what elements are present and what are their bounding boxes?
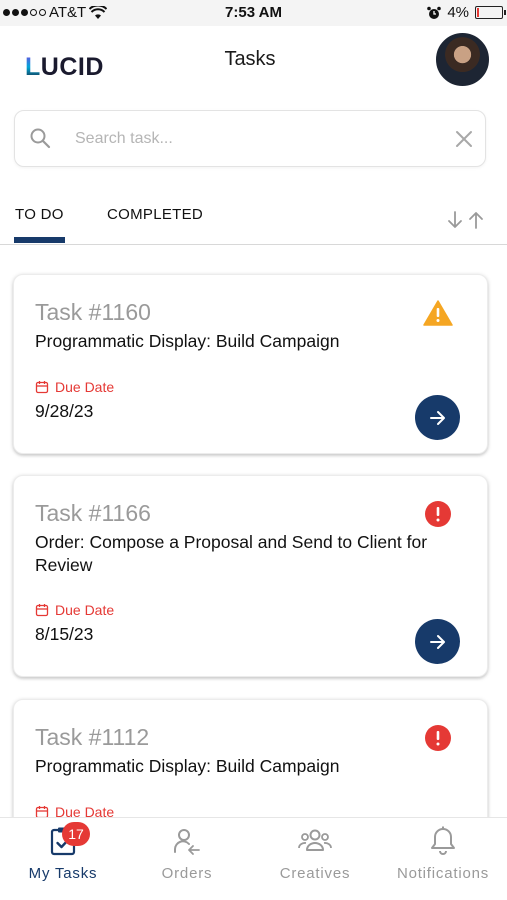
avatar[interactable]: [436, 33, 489, 86]
task-number: Task #1112: [35, 724, 150, 750]
nav-my-tasks[interactable]: 17 My Tasks: [0, 818, 126, 900]
calendar-icon: [35, 381, 49, 394]
open-task-button[interactable]: [415, 395, 460, 440]
status-bar: AT&T 7:53 AM 4%: [0, 0, 507, 26]
battery-percent: 4%: [447, 4, 469, 21]
task-number: Task #1166: [35, 500, 151, 526]
group-icon: [298, 829, 332, 851]
active-tab-indicator: [14, 237, 65, 243]
app-header: LUCID Tasks: [0, 26, 507, 100]
nav-label: Orders: [161, 865, 213, 882]
task-number: Task #1160: [35, 299, 151, 325]
nav-label: Creatives: [279, 865, 351, 882]
bottom-nav: 17 My Tasks Orders Creatives Notificatio…: [0, 817, 507, 900]
task-count-badge: 17: [62, 822, 90, 846]
task-card[interactable]: Task #1160 Programmatic Display: Build C…: [13, 274, 488, 454]
nav-notifications[interactable]: Notifications: [380, 818, 506, 900]
due-date-label: Due Date: [35, 602, 114, 618]
tab-completed[interactable]: COMPLETED: [107, 206, 203, 223]
due-label-text: Due Date: [55, 379, 115, 395]
status-right: 4%: [427, 4, 506, 21]
task-card[interactable]: Task #1166 Order: Compose a Proposal and…: [13, 475, 488, 677]
arrow-right-icon: [429, 410, 445, 425]
search-bar: [14, 110, 486, 167]
nav-creatives[interactable]: Creatives: [252, 818, 378, 900]
calendar-icon: [35, 604, 49, 617]
battery-icon: [475, 6, 506, 19]
due-date-value: 9/28/23: [35, 401, 94, 421]
user-arrow-icon: [174, 829, 200, 855]
nav-orders[interactable]: Orders: [124, 818, 250, 900]
alert-icon: [425, 501, 451, 527]
due-date-label: Due Date: [35, 379, 114, 395]
tab-to-do[interactable]: TO DO: [15, 206, 64, 223]
task-title: Programmatic Display: Build Campaign: [35, 331, 340, 351]
search-input[interactable]: [75, 126, 435, 152]
page-title: Tasks: [224, 48, 276, 70]
alarm-icon: [427, 6, 442, 19]
task-title: Order: Compose a Proposal and Send to Cl…: [35, 532, 428, 575]
clear-search-icon[interactable]: [453, 128, 475, 150]
arrow-right-icon: [429, 634, 445, 649]
task-title: Programmatic Display: Build Campaign: [35, 756, 340, 776]
due-date-value: 8/15/23: [35, 624, 94, 644]
search-icon: [30, 128, 51, 149]
warning-icon: [423, 300, 453, 326]
nav-label: My Tasks: [28, 865, 98, 882]
nav-label: Notifications: [396, 865, 490, 882]
alert-icon: [425, 725, 451, 751]
open-task-button[interactable]: [415, 619, 460, 664]
sort-icon[interactable]: [446, 210, 486, 230]
task-tabs: TO DO COMPLETED: [0, 190, 507, 245]
bell-icon: [431, 826, 455, 855]
due-label-text: Due Date: [55, 602, 115, 618]
